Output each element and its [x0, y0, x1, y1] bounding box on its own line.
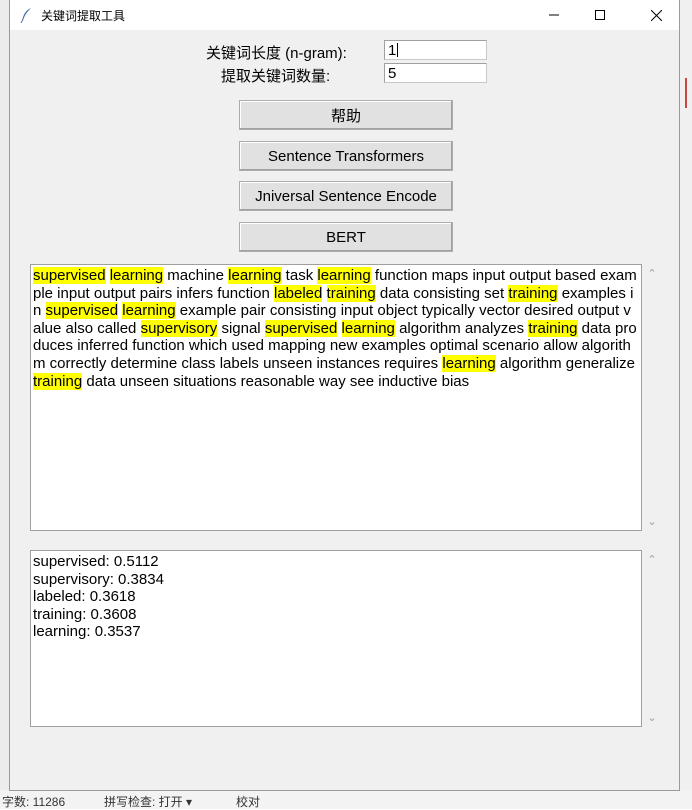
result-line: labeled: 0.3618 — [33, 588, 136, 606]
ngram-input[interactable]: 1 — [384, 40, 487, 60]
background-red-mark — [685, 78, 692, 108]
result-line: learning: 0.3537 — [33, 623, 141, 641]
bert-button[interactable]: BERT — [239, 222, 453, 252]
sentence-transformers-button[interactable]: Sentence Transformers — [239, 141, 453, 171]
highlighted-keyword: supervised — [45, 302, 119, 320]
text-segment — [322, 285, 326, 302]
results-scrollbar[interactable]: ⌃ ⌄ — [644, 550, 660, 727]
text-segment: machine — [163, 267, 229, 284]
scroll-up-icon[interactable]: ⌃ — [644, 552, 660, 568]
highlighted-keyword: learning — [442, 354, 496, 372]
highlighted-keyword: training — [528, 319, 578, 337]
text-segment: data consisting set — [375, 284, 509, 302]
results-content: supervised: 0.5112 supervisory: 0.3834 lab… — [33, 553, 639, 641]
result-line: training: 0.3608 — [33, 605, 137, 623]
count-label: 提取关键词数量: — [221, 68, 331, 85]
scroll-up-icon[interactable]: ⌃ — [644, 266, 660, 282]
minimize-icon — [549, 14, 559, 16]
window-title: 关键词提取工具 — [41, 9, 126, 23]
background-proof: 校对 — [236, 795, 261, 809]
ngram-label: 关键词长度 (n-gram): — [206, 45, 347, 62]
highlighted-keyword: supervisory — [140, 319, 218, 337]
count-input[interactable]: 5 — [384, 63, 487, 83]
highlighted-keyword: supervised — [33, 267, 106, 284]
text-segment: data unseen situations reasonable way se… — [82, 372, 470, 390]
close-button[interactable] — [633, 0, 679, 30]
maximize-icon — [595, 10, 605, 20]
maximize-button[interactable] — [577, 0, 623, 30]
highlighted-keyword: learning — [228, 267, 282, 284]
text-segment: algorithm generalize — [495, 354, 635, 372]
highlighted-keyword: training — [33, 372, 83, 390]
scroll-down-icon[interactable]: ⌄ — [644, 514, 660, 530]
title-bar[interactable]: 关键词提取工具 — [10, 0, 679, 30]
background-app-left — [0, 0, 10, 809]
highlighted-keyword: learning — [109, 267, 164, 284]
count-value: 5 — [388, 65, 397, 82]
highlighted-keyword: training — [508, 284, 558, 302]
background-status-bar: 字数: 11286 拼写检查: 打开 ▾ 校对 — [0, 790, 692, 809]
minimize-button[interactable] — [531, 0, 577, 30]
highlighted-keyword: supervised — [264, 319, 338, 337]
keyword-extractor-window: 关键词提取工具 关键词长度 (n-gram): 1 提取关键词数量: 5 帮助 … — [10, 0, 679, 790]
universal-sentence-encoder-button[interactable]: Jniversal Sentence Encode — [239, 181, 453, 211]
results-text-area[interactable]: supervised: 0.5112 supervisory: 0.3834 lab… — [30, 550, 642, 727]
highlighted-keyword: learning — [341, 319, 395, 337]
help-button[interactable]: 帮助 — [239, 100, 453, 130]
input-text-area[interactable]: supervised learning machine learning tas… — [30, 264, 642, 531]
highlighted-keyword: learning — [122, 302, 176, 320]
highlighted-keyword: labeled — [273, 284, 323, 302]
text-segment: signal — [217, 319, 265, 337]
scroll-down-icon[interactable]: ⌄ — [644, 710, 660, 726]
text-segment — [337, 320, 341, 337]
input-scrollbar[interactable]: ⌃ ⌄ — [644, 264, 660, 531]
input-text-content: supervised learning machine learning tas… — [33, 267, 639, 390]
highlighted-keyword: training — [326, 284, 376, 302]
highlighted-keyword: learning — [317, 267, 371, 284]
result-line: supervised: 0.5112 — [33, 553, 159, 570]
background-app-right — [679, 0, 692, 809]
feather-icon — [20, 8, 31, 23]
text-segment: task — [281, 267, 318, 284]
text-caret — [397, 43, 399, 57]
ngram-value: 1 — [388, 42, 397, 59]
background-word-count: 字数: 11286 — [2, 795, 66, 809]
text-segment: algorithm analyzes — [394, 319, 529, 337]
background-spell-check: 拼写检查: 打开 ▾ — [104, 795, 193, 809]
result-line: supervisory: 0.3834 — [33, 570, 164, 588]
close-icon — [650, 9, 662, 21]
